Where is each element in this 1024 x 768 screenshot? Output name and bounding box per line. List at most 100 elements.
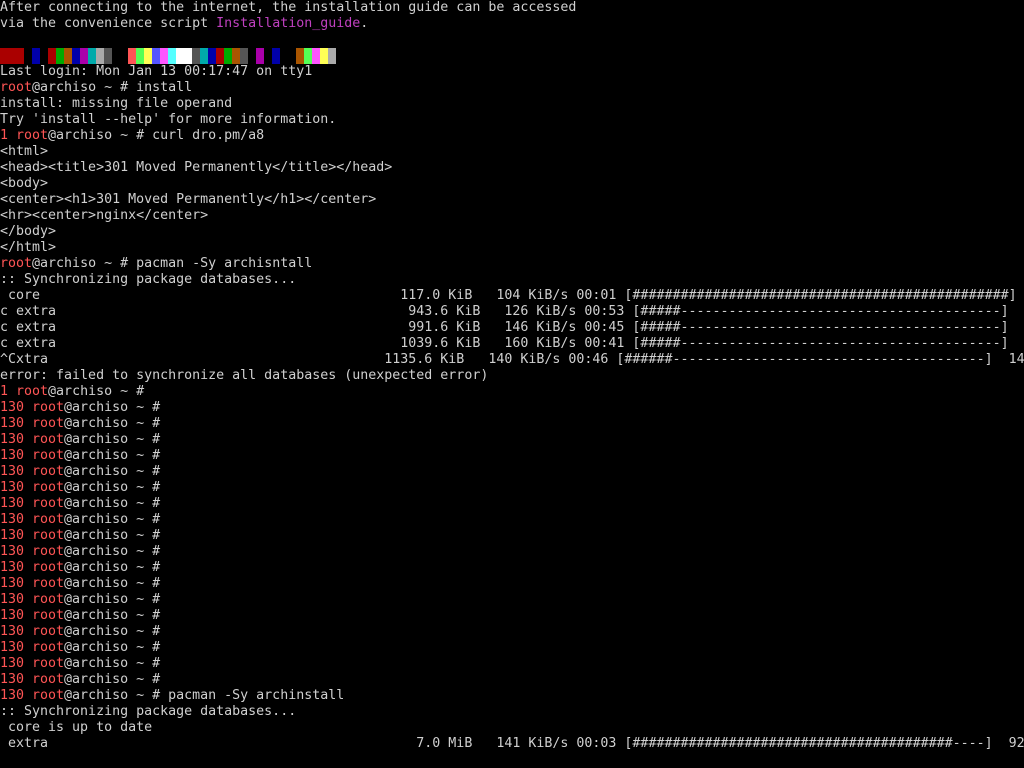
terminal-line: 130 root@archiso ~ # <box>0 512 160 528</box>
color-swatch <box>232 48 240 64</box>
terminal-line: 130 root@archiso ~ # <box>0 416 160 432</box>
terminal-line: 130 root@archiso ~ # <box>0 448 160 464</box>
terminal-line: 130 root@archiso ~ # <box>0 464 160 480</box>
color-swatch <box>128 48 136 64</box>
color-swatch <box>40 48 48 64</box>
color-swatch <box>256 48 264 64</box>
color-swatch <box>296 48 304 64</box>
terminal-text: @archiso ~ # <box>64 416 161 431</box>
terminal-line: <html> <box>0 144 48 160</box>
terminal-line: <hr><center>nginx</center> <box>0 208 208 224</box>
terminal-line: root@archiso ~ # pacman -Sy archisntall <box>0 256 312 272</box>
terminal-text: <html> <box>0 144 49 159</box>
terminal-text: c extra 943.6 KiB 126 KiB/s 00:53 [#####… <box>0 304 1024 319</box>
terminal-line: 130 root@archiso ~ # <box>0 640 160 656</box>
terminal-line: 130 root@archiso ~ # <box>0 592 160 608</box>
terminal-text: </html> <box>0 240 57 255</box>
prompt-user: 130 root <box>0 416 65 431</box>
terminal-line: Try 'install --help' for more informatio… <box>0 112 336 128</box>
prompt-user: 130 root <box>0 544 65 559</box>
terminal-text: @archiso ~ # <box>64 480 161 495</box>
terminal-text: @archiso ~ # <box>64 432 161 447</box>
color-swatch <box>56 48 64 64</box>
terminal-text: <body> <box>0 176 49 191</box>
prompt-user: 130 root <box>0 512 65 527</box>
terminal-line: via the convenience script Installation_… <box>0 16 368 32</box>
terminal-text: core 117.0 KiB 104 KiB/s 00:01 [########… <box>0 288 1024 303</box>
color-swatch <box>48 48 56 64</box>
terminal-text: @archiso ~ # <box>64 448 161 463</box>
color-swatch <box>240 48 248 64</box>
color-swatch <box>80 48 88 64</box>
color-swatch <box>184 48 192 64</box>
terminal-text: Last login: Mon Jan 13 00:17:47 on tty1 <box>0 64 313 79</box>
prompt-user: root <box>0 80 33 95</box>
terminal-text: @archiso ~ # <box>64 672 161 687</box>
terminal-text: @archiso ~ # <box>64 464 161 479</box>
prompt-user: 1 root <box>0 128 49 143</box>
terminal-line: core 117.0 KiB 104 KiB/s 00:01 [########… <box>0 288 1024 304</box>
color-swatch <box>88 48 96 64</box>
color-swatch <box>328 48 336 64</box>
terminal-line: 130 root@archiso ~ # <box>0 672 160 688</box>
terminal-line: Last login: Mon Jan 13 00:17:47 on tty1 <box>0 64 312 80</box>
prompt-user: 130 root <box>0 560 65 575</box>
prompt-user: 130 root <box>0 640 65 655</box>
prompt-user: 1 root <box>0 384 49 399</box>
terminal-line: ^Cxtra 1135.6 KiB 140 KiB/s 00:46 [#####… <box>0 352 1024 368</box>
color-swatch <box>72 48 80 64</box>
color-swatch <box>112 48 120 64</box>
prompt-user: 130 root <box>0 656 65 671</box>
terminal-text: <hr><center>nginx</center> <box>0 208 209 223</box>
prompt-user: 130 root <box>0 592 65 607</box>
terminal-text: @archiso ~ # <box>64 528 161 543</box>
terminal-line: :: Synchronizing package databases... <box>0 272 296 288</box>
terminal-line: 130 root@archiso ~ # <box>0 608 160 624</box>
color-swatch <box>120 48 128 64</box>
color-swatch <box>24 48 32 64</box>
color-swatch <box>104 48 112 64</box>
color-swatch <box>208 48 216 64</box>
terminal-line: 130 root@archiso ~ # <box>0 656 160 672</box>
terminal-text: @archiso ~ # <box>64 560 161 575</box>
prompt-user: 130 root <box>0 480 65 495</box>
color-swatch <box>200 48 208 64</box>
tty-console[interactable]: After connecting to the internet, the in… <box>0 0 1024 768</box>
terminal-text: @archiso ~ # curl dro.pm/a8 <box>48 128 265 143</box>
terminal-line: c extra 991.6 KiB 146 KiB/s 00:45 [#####… <box>0 320 1024 336</box>
prompt-user: 130 root <box>0 672 65 687</box>
terminal-text: . <box>360 16 369 31</box>
terminal-line: c extra 943.6 KiB 126 KiB/s 00:53 [#####… <box>0 304 1024 320</box>
color-swatch <box>16 48 24 64</box>
terminal-line: 130 root@archiso ~ # pacman -Sy archinst… <box>0 688 344 704</box>
terminal-text: :: Synchronizing package databases... <box>0 272 297 287</box>
prompt-user: 130 root <box>0 496 65 511</box>
prompt-user: 130 root <box>0 688 65 703</box>
color-swatch <box>0 48 8 64</box>
color-swatch <box>272 48 280 64</box>
terminal-line: extra 7.0 MiB 141 KiB/s 00:03 [#########… <box>0 736 1024 752</box>
terminal-text: @archiso ~ # <box>64 592 161 607</box>
terminal-line: <center><h1>301 Moved Permanently</h1></… <box>0 192 376 208</box>
color-swatch <box>176 48 184 64</box>
terminal-text: @archiso ~ # <box>64 512 161 527</box>
color-swatch <box>312 48 320 64</box>
terminal-line: core is up to date <box>0 720 152 736</box>
color-swatch <box>32 48 40 64</box>
terminal-text: <head><title>301 Moved Permanently</titl… <box>0 160 393 175</box>
terminal-line: root@archiso ~ # install <box>0 80 192 96</box>
terminal-text: @archiso ~ # <box>64 400 161 415</box>
prompt-user: 130 root <box>0 576 65 591</box>
terminal-line: 130 root@archiso ~ # <box>0 400 160 416</box>
terminal-text: Try 'install --help' for more informatio… <box>0 112 337 127</box>
terminal-text: @archiso ~ # <box>64 576 161 591</box>
terminal-line: 130 root@archiso ~ # <box>0 560 160 576</box>
terminal-line: <head><title>301 Moved Permanently</titl… <box>0 160 392 176</box>
terminal-line: :: Synchronizing package databases... <box>0 704 296 720</box>
terminal-line: error: failed to synchronize all databas… <box>0 368 488 384</box>
terminal-line: 130 root@archiso ~ # <box>0 496 160 512</box>
prompt-user: 130 root <box>0 464 65 479</box>
color-swatch <box>304 48 312 64</box>
terminal-line: After connecting to the internet, the in… <box>0 0 576 16</box>
terminal-line: 1 root@archiso ~ # <box>0 384 144 400</box>
